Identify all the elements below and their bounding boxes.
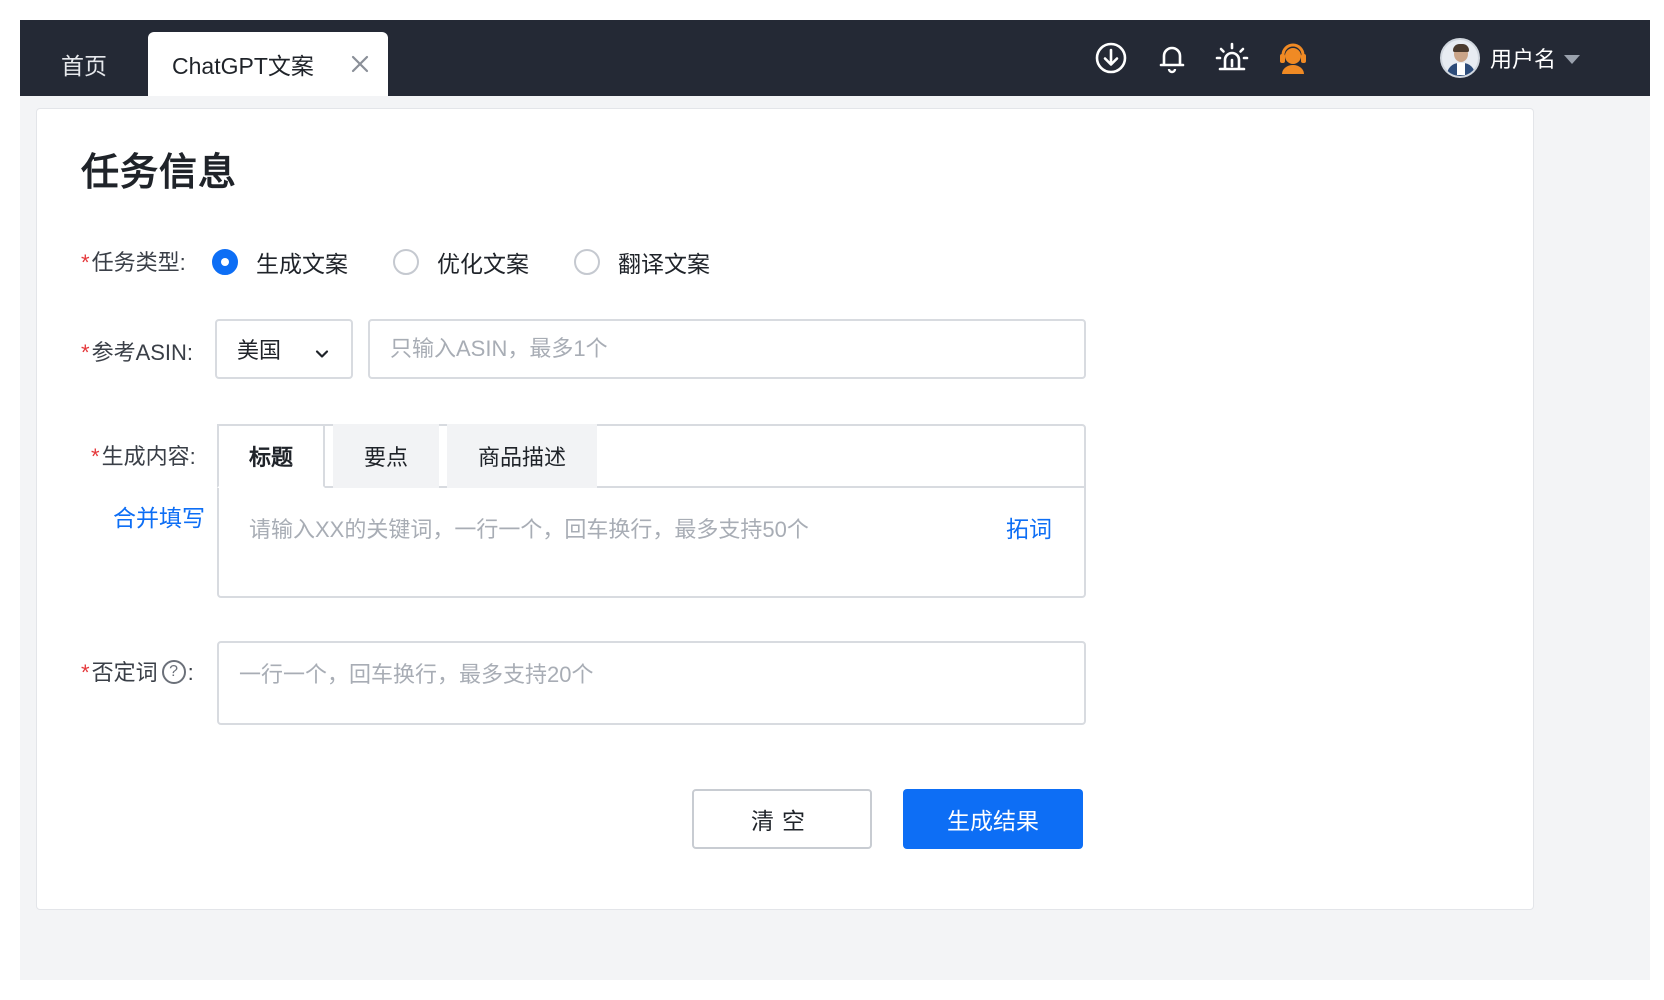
generate-result-button-label: 生成结果: [947, 808, 1039, 834]
top-bar: 首页 ChatGPT文案 用户名: [20, 20, 1650, 96]
market-select-value: 美国: [237, 338, 282, 363]
required-mark: *: [81, 250, 90, 275]
generate-result-button[interactable]: 生成结果: [903, 789, 1083, 849]
tab-bullet-points[interactable]: 要点: [333, 424, 439, 488]
tab-chatgpt-copy-label: ChatGPT文案: [172, 53, 314, 79]
user-name: 用户名: [1490, 47, 1557, 72]
content-label: *生成内容:: [91, 439, 196, 471]
required-mark: *: [81, 340, 90, 365]
alarm-icon[interactable]: [1213, 39, 1251, 77]
radio-optimize-copy[interactable]: 优化文案: [393, 245, 529, 279]
keywords-textarea[interactable]: [231, 498, 991, 588]
clear-button[interactable]: 清空: [692, 789, 872, 849]
tab-product-description[interactable]: 商品描述: [447, 424, 597, 488]
merge-fill-link[interactable]: 合并填写: [113, 499, 205, 533]
radio-translate-copy[interactable]: 翻译文案: [574, 245, 710, 279]
negative-words-label: *否定词?:: [81, 655, 194, 688]
content-tabs: 标题 要点 商品描述: [217, 424, 1084, 488]
radio-unchecked-icon: [574, 249, 600, 275]
avatar: [1440, 38, 1480, 78]
radio-optimize-copy-label: 优化文案: [437, 251, 529, 277]
content-tabs-box: 标题 要点 商品描述 拓词: [217, 424, 1086, 598]
asin-label: *参考ASIN:: [81, 335, 193, 367]
tab-home-label: 首页: [61, 53, 107, 79]
tab-chatgpt-copy[interactable]: ChatGPT文案: [148, 32, 388, 96]
asin-input[interactable]: [368, 319, 1086, 379]
task-type-label-text: 任务类型:: [91, 250, 186, 275]
chevron-down-icon: [315, 341, 329, 358]
bell-icon[interactable]: [1153, 39, 1191, 77]
radio-translate-copy-label: 翻译文案: [618, 251, 710, 277]
radio-checked-icon: [212, 249, 238, 275]
user-menu[interactable]: 用户名: [1440, 37, 1581, 79]
help-icon[interactable]: ?: [161, 660, 186, 685]
task-card: 任务信息 *任务类型: 生成文案 优化文案 翻译文案 *参考ASIN: 美国 只…: [36, 108, 1534, 910]
radio-generate-copy[interactable]: 生成文案: [212, 245, 348, 279]
market-select[interactable]: 美国: [215, 319, 353, 379]
negative-words-label-text: 否定词: [91, 660, 158, 685]
page-title: 任务信息: [81, 152, 238, 194]
download-icon[interactable]: [1092, 39, 1130, 77]
radio-unchecked-icon: [393, 249, 419, 275]
required-mark: *: [81, 660, 90, 685]
expand-keywords-link[interactable]: 拓词: [1006, 510, 1052, 544]
tab-title[interactable]: 标题: [217, 424, 325, 488]
asin-label-text: 参考ASIN:: [91, 340, 194, 365]
negative-words-label-colon: :: [187, 660, 194, 685]
radio-generate-copy-label: 生成文案: [256, 251, 348, 277]
required-mark: *: [91, 444, 100, 469]
task-type-label: *任务类型:: [81, 245, 186, 277]
content-label-text: 生成内容:: [101, 444, 196, 469]
app-window: 首页 ChatGPT文案 用户名 任务信息 *任务类型: 生成文案 优化文案 翻…: [20, 20, 1650, 980]
customer-service-icon[interactable]: [1274, 39, 1312, 77]
tab-home[interactable]: 首页: [20, 32, 148, 96]
clear-button-label: 清空: [751, 808, 813, 834]
caret-down-icon: [1564, 54, 1581, 64]
close-icon[interactable]: [348, 52, 372, 76]
negative-words-textarea[interactable]: [217, 641, 1086, 725]
